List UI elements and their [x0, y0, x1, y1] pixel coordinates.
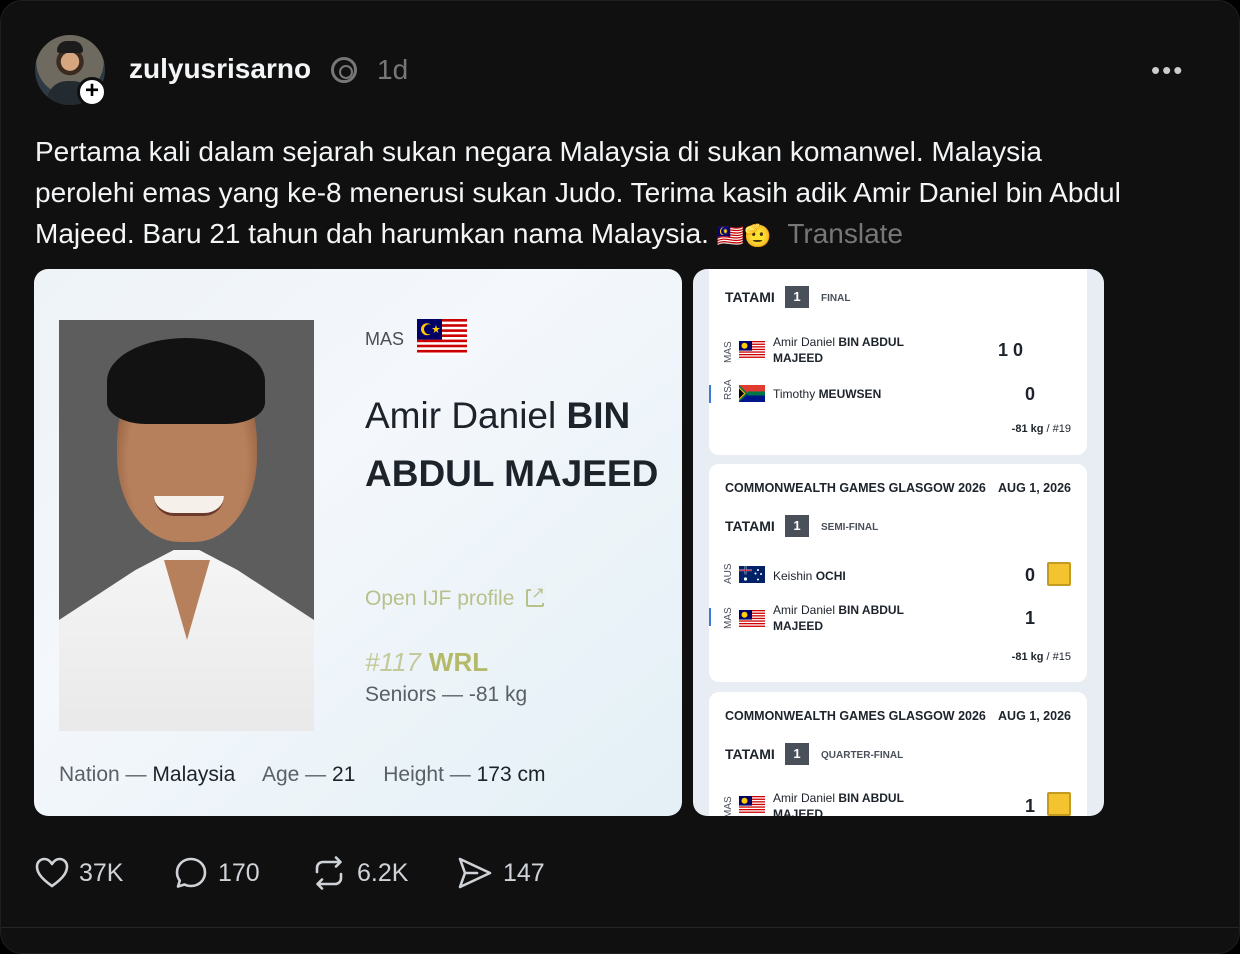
share-icon	[458, 857, 492, 889]
divider	[1, 927, 1239, 928]
follow-button[interactable]: +	[77, 77, 107, 107]
match-card-semi-final: COMMONWEALTH GAMES GLASGOW 2026 AUG 1, 2…	[709, 464, 1087, 682]
match-card-final: TATAMI 1 FINAL MAS Amir Daniel BIN ABDUL…	[709, 269, 1087, 455]
player-name: Amir Daniel BIN ABDUL MAJEED	[773, 603, 904, 633]
score: 0	[1025, 565, 1036, 585]
score: 0	[1025, 384, 1036, 404]
australia-flag-icon	[739, 566, 765, 583]
player-name: Amir Daniel BIN ABDUL MAJEED	[773, 791, 904, 816]
external-link-icon	[526, 583, 545, 607]
malaysia-flag-icon	[739, 341, 765, 358]
post-time[interactable]: 1d	[377, 54, 408, 86]
reply-button[interactable]: 170	[174, 855, 260, 891]
athlete-name: Amir Daniel BIN ABDUL MAJEED	[365, 395, 659, 494]
south-africa-flag-icon	[739, 385, 765, 402]
thread-post: + zulyusrisarno 1d ••• Pertama kali dala…	[0, 0, 1240, 954]
match-card-quarter-final: COMMONWEALTH GAMES GLASGOW 2026 AUG 1, 2…	[709, 692, 1087, 816]
post-body: Pertama kali dalam sejarah sukan negara …	[35, 131, 1145, 256]
shido-penalty-card	[1047, 562, 1071, 586]
player-name: Keishin OCHI	[773, 569, 846, 583]
score: 1	[1025, 796, 1036, 816]
malaysia-flag-icon	[417, 319, 467, 355]
share-button[interactable]: 147	[457, 855, 545, 891]
username[interactable]: zulyusrisarno	[129, 53, 311, 85]
like-count: 37K	[79, 858, 124, 887]
heart-icon	[35, 857, 69, 888]
score: 1 0	[998, 340, 1024, 360]
event-title: COMMONWEALTH GAMES GLASGOW 2026	[725, 709, 986, 723]
match-date: AUG 1, 2026	[998, 709, 1071, 723]
match-results-image[interactable]: TATAMI 1 FINAL MAS Amir Daniel BIN ABDUL…	[693, 269, 1104, 816]
repost-icon	[315, 856, 343, 890]
like-button[interactable]: 37K	[35, 855, 123, 891]
more-icon[interactable]: •••	[1151, 55, 1184, 86]
share-count: 147	[503, 858, 545, 887]
repost-count: 6.2K	[357, 858, 409, 887]
post-emoji: 🇲🇾🫡	[716, 223, 772, 248]
athlete-photo	[59, 320, 314, 731]
repost-button[interactable]: 6.2K	[311, 855, 408, 891]
open-ijf-profile-link[interactable]: Open IJF profile	[365, 583, 545, 611]
avatar-cap	[57, 41, 83, 53]
event-title: COMMONWEALTH GAMES GLASGOW 2026	[725, 481, 986, 495]
post-text: Pertama kali dalam sejarah sukan negara …	[35, 136, 1121, 249]
athlete-profile-image[interactable]: MAS Amir Daniel BIN ABDUL MAJEED Open IJ…	[34, 269, 682, 816]
weight-class: -81 kg / #15	[1011, 651, 1071, 663]
shido-penalty-card	[1047, 792, 1071, 816]
score: 1	[1025, 608, 1036, 628]
translate-link[interactable]: Translate	[787, 218, 903, 249]
match-date: AUG 1, 2026	[998, 481, 1071, 495]
weight-class: -81 kg / #19	[1011, 423, 1071, 435]
player-name: Amir Daniel BIN ABDUL MAJEED	[773, 335, 904, 365]
weight-category: Seniors — -81 kg	[365, 683, 528, 706]
comment-icon	[175, 857, 207, 888]
nation-code: MAS	[365, 329, 405, 349]
world-ranking: #117 WRL	[365, 647, 489, 677]
verified-icon	[331, 57, 357, 83]
reply-count: 170	[218, 858, 260, 887]
malaysia-flag-icon	[739, 610, 765, 627]
malaysia-flag-icon	[739, 796, 765, 813]
athlete-stats: Nation — Malaysia Age — 21 Height — 173 …	[59, 763, 546, 786]
player-name: Timothy MEUWSEN	[773, 387, 882, 401]
